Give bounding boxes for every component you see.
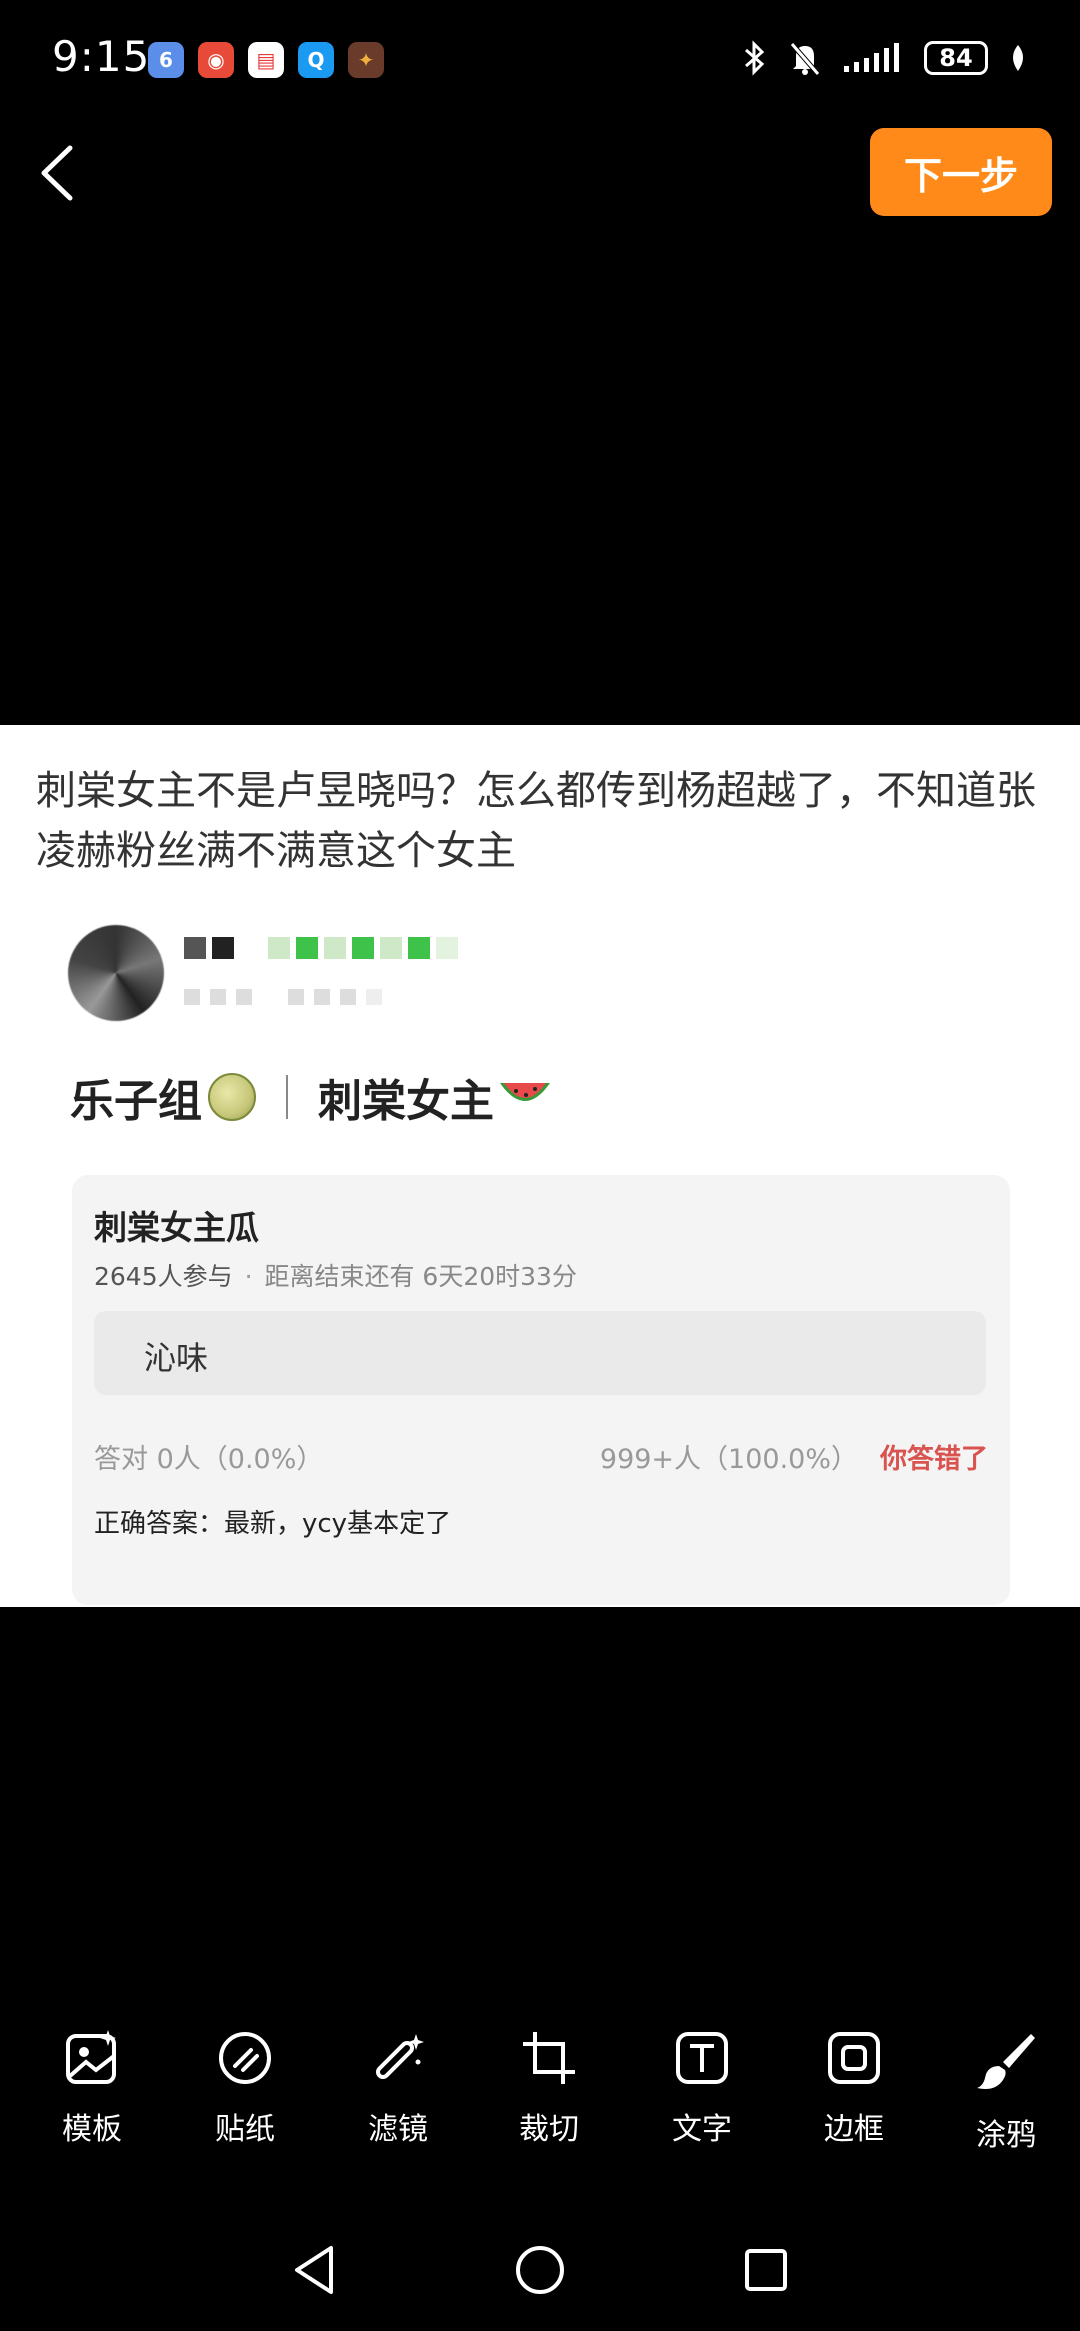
tool-label: 贴纸 bbox=[215, 2112, 275, 2147]
leaf-icon bbox=[1013, 45, 1023, 71]
square-recents-icon bbox=[745, 2249, 787, 2291]
tool-label: 边框 bbox=[824, 2112, 884, 2147]
topic-separator bbox=[286, 1075, 288, 1119]
status-bar: 9:15 6 ◉ ▤ Q ✦ 84 bbox=[0, 0, 1080, 120]
poll-title: 刺棠女主瓜 bbox=[94, 1208, 259, 1247]
tool-label: 滤镜 bbox=[368, 2112, 428, 2147]
wrong-label: 你答错了 bbox=[880, 1444, 988, 1475]
filter-icon bbox=[375, 2034, 424, 2080]
next-step-button[interactable]: 下一步 bbox=[870, 128, 1052, 216]
meta-mosaic bbox=[184, 989, 382, 1005]
tool-text[interactable]: 文字 bbox=[642, 2028, 762, 2148]
notification-icons: 6 ◉ ▤ Q ✦ bbox=[148, 42, 384, 78]
correct-answer: 正确答案：最新，ycy基本定了 bbox=[94, 1509, 452, 1539]
edit-toolbar: 模板 贴纸 滤镜 裁切 文字 边框 涂鸦 bbox=[0, 2028, 1080, 2178]
poll-deadline: 距离结束还有 6天20时33分 bbox=[264, 1262, 577, 1291]
battery-indicator: 84 bbox=[924, 41, 988, 75]
correct-stat: 答对 0人（0.0%） bbox=[94, 1444, 324, 1475]
search-app-icon: Q bbox=[298, 42, 334, 78]
calendar-app-icon: ▤ bbox=[248, 42, 284, 78]
tool-label: 文字 bbox=[672, 2112, 732, 2147]
tool-filter[interactable]: 滤镜 bbox=[338, 2028, 458, 2148]
tool-label: 涂鸦 bbox=[976, 2118, 1036, 2153]
tool-label: 裁切 bbox=[519, 2112, 579, 2147]
status-time: 9:15 bbox=[52, 32, 151, 81]
topic-right: 刺棠女主 bbox=[318, 1076, 494, 1127]
melon-emoji-icon bbox=[208, 1073, 256, 1121]
wrong-stat: 999+人（100.0%） bbox=[599, 1444, 858, 1475]
crop-icon bbox=[523, 2032, 575, 2084]
brush-icon bbox=[977, 2034, 1035, 2089]
tool-crop[interactable]: 裁切 bbox=[489, 2028, 609, 2148]
frame-icon bbox=[828, 2032, 880, 2084]
tool-label: 模板 bbox=[62, 2112, 122, 2147]
avatar bbox=[68, 925, 164, 1021]
poll-card: 刺棠女主瓜 2645人参与 · 距离结束还有 6天20时33分 沁味 答对 0人… bbox=[72, 1175, 1010, 1605]
sticker-icon bbox=[219, 2032, 271, 2084]
tool-brush[interactable]: 涂鸦 bbox=[946, 2028, 1066, 2154]
text-icon bbox=[676, 2032, 728, 2084]
post-text: 刺棠女主不是卢昱晓吗？怎么都传到杨超越了，不知道张凌赫粉丝满不满意这个女主 bbox=[36, 768, 1036, 874]
signal-icon bbox=[844, 43, 899, 72]
wrong-stat-row: 999+人（100.0%） 你答错了 bbox=[600, 1437, 988, 1476]
tool-sticker[interactable]: 贴纸 bbox=[185, 2028, 305, 2148]
meta-dot: · bbox=[244, 1262, 253, 1291]
mute-bell-icon bbox=[790, 42, 820, 76]
poll-participants: 2645人参与 bbox=[94, 1262, 233, 1291]
six-app-icon: 6 bbox=[148, 42, 184, 78]
browser-app-icon: ◉ bbox=[198, 42, 234, 78]
edited-image[interactable]: 刺棠女主不是卢昱晓吗？怎么都传到杨超越了，不知道张凌赫粉丝满不满意这个女主 乐子… bbox=[0, 725, 1080, 1607]
triangle-back-icon bbox=[295, 2246, 333, 2294]
poll-option-label: 沁味 bbox=[144, 1339, 209, 1377]
circle-home-icon bbox=[516, 2246, 564, 2294]
tool-template[interactable]: 模板 bbox=[32, 2028, 152, 2148]
game-app-icon: ✦ bbox=[348, 42, 384, 78]
topic-left: 乐子组 bbox=[70, 1076, 202, 1127]
back-button[interactable] bbox=[30, 140, 86, 206]
nav-recents-button[interactable] bbox=[726, 2230, 806, 2310]
template-icon bbox=[66, 2030, 116, 2084]
status-indicators: 84 bbox=[742, 40, 1028, 76]
topic-line: 乐子组 刺棠女主 bbox=[70, 1065, 552, 1129]
nav-back-button[interactable] bbox=[274, 2230, 354, 2310]
username-mosaic bbox=[184, 937, 458, 959]
poll-option: 沁味 bbox=[94, 1311, 986, 1395]
poll-meta: 2645人参与 · 距离结束还有 6天20时33分 bbox=[94, 1257, 577, 1293]
system-nav-bar bbox=[0, 2230, 1080, 2320]
tool-frame[interactable]: 边框 bbox=[794, 2028, 914, 2148]
bluetooth-icon bbox=[745, 40, 765, 76]
watermelon-emoji-icon bbox=[500, 1083, 550, 1101]
nav-home-button[interactable] bbox=[500, 2230, 580, 2310]
